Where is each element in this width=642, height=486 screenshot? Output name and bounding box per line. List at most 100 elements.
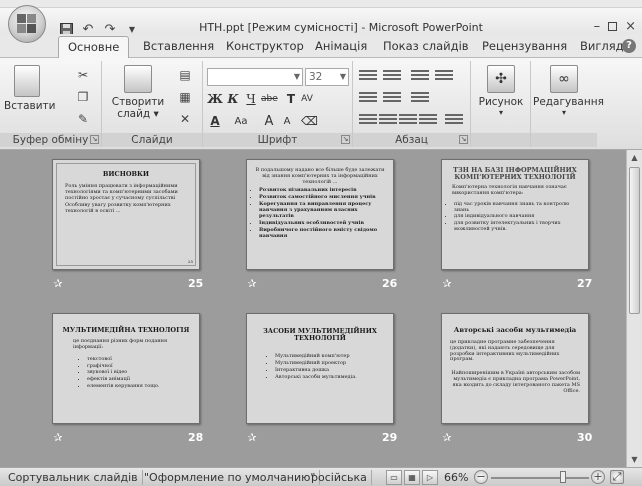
status-language[interactable]: російська — [307, 470, 372, 485]
justify-icon[interactable] — [419, 114, 437, 128]
text-direction-icon[interactable] — [411, 92, 429, 106]
align-text-icon[interactable] — [445, 114, 463, 128]
slide-number: 30 — [577, 431, 593, 444]
slide-thumbnail-26[interactable]: В подальшому надано все більше буде зале… — [246, 159, 394, 270]
window-title: НТН.ppt [Режим сумісності] - Microsoft P… — [199, 21, 483, 34]
tab-home[interactable]: Основне — [58, 36, 130, 59]
bold-button[interactable]: Ж — [207, 91, 223, 108]
font-size-value: 32 — [309, 71, 323, 83]
status-view-name: Сортувальник слайдів — [4, 470, 143, 485]
numbering-icon[interactable] — [383, 70, 401, 84]
zoom-slider-track[interactable] — [491, 477, 589, 479]
zoom-slider-thumb[interactable] — [560, 471, 566, 483]
reset-icon[interactable]: ▦ — [176, 89, 194, 105]
status-theme-name[interactable]: "Оформление по умолчанию" — [140, 470, 321, 485]
char-spacing-button[interactable]: AV — [299, 91, 315, 108]
change-case-button[interactable]: Aa — [233, 113, 249, 130]
format-painter-icon[interactable]: ✎ — [74, 111, 92, 127]
animation-icon: ✰ — [247, 277, 257, 290]
slide-thumbnail-29[interactable]: ЗАСОБИ МУЛЬТИМЕДІЙНИХ ТЕХНОЛОГІЙ Мультим… — [246, 313, 394, 424]
slide-sorter-area: ВИСНОВКИ Роль уміння працювати з інформа… — [0, 150, 626, 467]
status-bar: Сортувальник слайдів "Оформление по умол… — [0, 467, 642, 486]
scroll-thumb[interactable] — [629, 167, 640, 314]
editing-button[interactable]: ∞ Редагування ▾ — [533, 65, 604, 117]
slide-intro: це поєднання різних форм подання інформа… — [73, 338, 168, 350]
slide-number: 28 — [188, 431, 204, 444]
font-size-combo[interactable]: 32 ▼ — [305, 68, 349, 86]
new-slide-button[interactable]: Створити слайд ▾ — [110, 65, 166, 120]
new-slide-label-1: Створити — [111, 96, 165, 108]
font-name-combo[interactable]: ▼ — [207, 68, 303, 86]
slide-thumbnail-27[interactable]: ТЗН НА БАЗІ ІНФОРМАЦІЙНИХ КОМП'ЮТЕРНИХ Т… — [441, 159, 589, 270]
drawing-button[interactable]: ✣ Рисунок ▾ — [475, 65, 527, 117]
slide-bullet: Корегування та виправлення процесу навча… — [259, 201, 385, 220]
align-left-icon[interactable] — [359, 114, 377, 128]
delete-slide-icon[interactable]: ✕ — [176, 111, 194, 127]
decrease-indent-icon[interactable] — [359, 92, 377, 106]
maximize-button[interactable] — [608, 22, 618, 31]
paragraph-group-text: Абзац — [395, 134, 428, 146]
office-button[interactable] — [8, 5, 46, 43]
paragraph-dialog-launcher-icon[interactable]: ↘ — [459, 135, 468, 144]
new-slide-label-2: слайд — [117, 108, 151, 120]
cut-icon[interactable]: ✂ — [74, 67, 92, 83]
vertical-scrollbar[interactable]: ▲ ▼ — [626, 150, 642, 467]
tab-slideshow[interactable]: Показ слайдів — [383, 39, 469, 53]
shrink-font-button[interactable]: A — [279, 113, 295, 130]
font-dialog-launcher-icon[interactable]: ↘ — [341, 135, 350, 144]
tab-insert[interactable]: Вставлення — [143, 39, 214, 53]
grow-font-button[interactable]: A — [261, 113, 277, 130]
tab-design[interactable]: Конструктор — [226, 39, 304, 53]
bullets-icon[interactable] — [359, 70, 377, 84]
dialog-launcher-icon[interactable]: ↘ — [90, 135, 99, 144]
shadow-button[interactable]: T — [283, 91, 299, 108]
normal-view-icon[interactable]: ▭ — [386, 470, 402, 485]
copy-icon[interactable]: ❐ — [74, 89, 92, 105]
tab-view[interactable]: Вигляд — [580, 39, 624, 53]
scroll-down-icon[interactable]: ▼ — [627, 452, 642, 467]
minimize-button[interactable]: – — [594, 19, 601, 34]
group-font: ▼ 32 ▼ Ж К Ч abe T AV A Aa A A ⌫ Шрифт ↘ — [203, 61, 353, 147]
fit-to-window-icon[interactable]: ⤢ — [610, 470, 624, 484]
font-color-button[interactable]: A — [207, 113, 223, 130]
clear-format-icon[interactable]: ⌫ — [301, 113, 318, 130]
slideshow-view-icon[interactable]: ▷ — [422, 470, 438, 485]
strikethrough-button[interactable]: abe — [261, 91, 278, 108]
slide-page-marker: 25 — [187, 259, 193, 264]
slide-thumbnail-30[interactable]: Авторські засоби мультимедіа це прикладн… — [441, 313, 589, 424]
underline-button[interactable]: Ч — [243, 91, 259, 108]
zoom-level[interactable]: 66% — [444, 470, 468, 485]
tab-animation[interactable]: Анімація — [315, 39, 367, 53]
slide-sorter-view-icon[interactable]: ▦ — [404, 470, 420, 485]
slide-thumbnail-28[interactable]: МУЛЬТИМЕДІЙНА ТЕХНОЛОГІЯ це поєднання рі… — [52, 313, 200, 424]
picture-icon: ✣ — [487, 65, 515, 93]
editing-label: Редагування — [533, 96, 604, 108]
group-clipboard: Вставити ✂ ❐ ✎ Буфер обміну ↘ — [0, 61, 102, 147]
align-right-icon[interactable] — [399, 114, 417, 128]
title-bar: ↶ ↷ ▼ НТН.ppt [Режим сумісності] - Micro… — [0, 8, 642, 37]
scroll-up-icon[interactable]: ▲ — [627, 150, 642, 165]
layout-icon[interactable]: ▤ — [176, 67, 194, 83]
binoculars-icon: ∞ — [550, 65, 578, 93]
animation-icon: ✰ — [442, 431, 452, 444]
increase-indent-icon[interactable] — [383, 92, 401, 106]
paste-button[interactable]: Вставити — [4, 65, 55, 112]
slides-group-label: Слайди — [102, 133, 202, 147]
line-spacing-icon[interactable] — [411, 70, 429, 84]
italic-button[interactable]: К — [225, 91, 241, 108]
clipboard-group-label: Буфер обміну ↘ — [0, 133, 101, 147]
slide-thumbnail-25[interactable]: ВИСНОВКИ Роль уміння працювати з інформа… — [52, 159, 200, 270]
columns-icon[interactable] — [435, 70, 453, 84]
animation-icon: ✰ — [442, 277, 452, 290]
slide-number: 25 — [188, 277, 204, 290]
close-button[interactable]: × — [625, 19, 636, 34]
tab-review[interactable]: Рецензування — [482, 39, 567, 53]
zoom-out-icon[interactable]: − — [474, 470, 488, 484]
align-center-icon[interactable] — [379, 114, 397, 128]
clipboard-group-text: Буфер обміну — [12, 134, 89, 146]
zoom-in-icon[interactable]: + — [591, 470, 605, 484]
slide-bullet: Інтерактивна дошка — [275, 367, 385, 374]
help-icon[interactable]: ? — [622, 39, 636, 53]
slide-bullet: текстової — [87, 356, 191, 363]
slide-bullet: під час уроків навчання знань та контрол… — [454, 201, 580, 214]
